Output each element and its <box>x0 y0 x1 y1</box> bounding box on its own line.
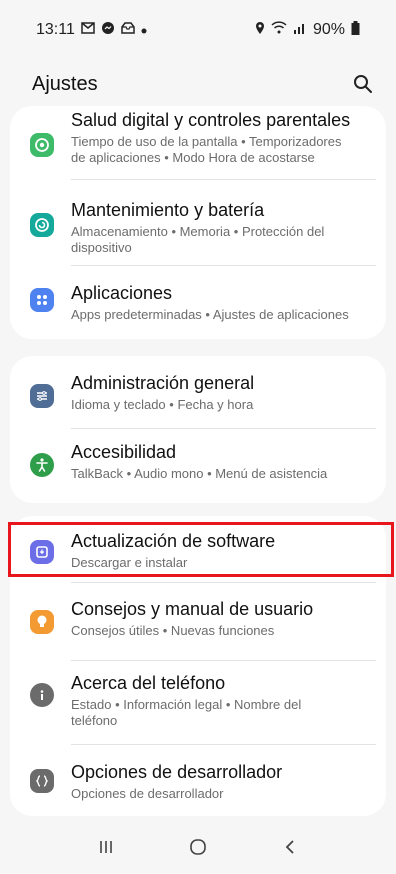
item-subtitle: Apps predeterminadas • Ajustes de aplica… <box>71 307 349 322</box>
item-subtitle: Estado • Información legal • Nombre del … <box>71 697 302 728</box>
inbox-icon <box>121 21 135 39</box>
home-icon[interactable] <box>178 827 218 867</box>
settings-item-general-management[interactable]: Administración general Idioma y teclado … <box>10 356 386 428</box>
digital-wellbeing-icon <box>30 133 54 157</box>
accessibility-icon <box>30 453 54 477</box>
settings-item-developer-options[interactable]: Opciones de desarrollador Opciones de de… <box>10 745 386 816</box>
general-management-icon <box>30 384 54 408</box>
item-subtitle: Almacenamiento • Memoria • Protección de… <box>71 224 325 255</box>
settings-group-3: Actualización de software Descargar e in… <box>10 516 386 816</box>
item-subtitle: Descargar e instalar <box>71 555 188 570</box>
settings-item-software-update[interactable]: Actualización de software Descargar e in… <box>10 516 386 582</box>
battery-level: 90% <box>312 21 345 38</box>
messenger-icon <box>101 21 115 40</box>
status-bar: 13:11 90% <box>0 0 396 60</box>
device-care-icon <box>30 213 54 237</box>
item-title: Mantenimiento y batería <box>71 200 265 220</box>
status-left: 13:11 <box>36 21 147 40</box>
item-title: Salud digital y controles parentales <box>71 110 351 130</box>
location-icon <box>255 21 265 40</box>
apps-icon <box>30 288 54 312</box>
settings-item-accessibility[interactable]: Accesibilidad TalkBack • Audio mono • Me… <box>10 429 386 503</box>
item-subtitle: Idioma y teclado • Fecha y hora <box>71 397 254 412</box>
item-title: Aplicaciones <box>71 283 173 303</box>
back-icon[interactable] <box>270 827 310 867</box>
navigation-bar <box>0 820 396 874</box>
item-subtitle: TalkBack • Audio mono • Menú de asistenc… <box>71 466 328 481</box>
settings-item-tips[interactable]: Consejos y manual de usuario Consejos út… <box>10 583 386 660</box>
item-subtitle: Consejos útiles • Nuevas funciones <box>71 623 275 638</box>
page-title: Ajustes <box>32 72 98 95</box>
signal-icon <box>293 21 307 39</box>
status-right: 90% <box>255 20 360 40</box>
header: Ajustes <box>0 60 396 108</box>
search-icon[interactable] <box>352 73 374 95</box>
wifi-icon <box>271 21 287 39</box>
item-title: Opciones de desarrollador <box>71 762 283 782</box>
mail-icon <box>81 21 95 39</box>
settings-group-2: Administración general Idioma y teclado … <box>10 356 386 503</box>
settings-item-device-care[interactable]: Mantenimiento y batería Almacenamiento •… <box>10 180 386 266</box>
settings-item-apps[interactable]: Aplicaciones Apps predeterminadas • Ajus… <box>10 266 386 339</box>
developer-options-icon <box>30 769 54 793</box>
item-title: Accesibilidad <box>71 442 177 462</box>
software-update-icon <box>30 540 54 564</box>
settings-group-1: Salud digital y controles parentales Tie… <box>10 106 386 339</box>
settings-item-digital-wellbeing[interactable]: Salud digital y controles parentales Tie… <box>10 106 386 186</box>
tips-icon <box>30 610 54 634</box>
item-title: Actualización de software <box>71 531 276 551</box>
item-title: Consejos y manual de usuario <box>71 599 314 619</box>
clock: 13:11 <box>36 21 75 38</box>
item-title: Acerca del teléfono <box>71 673 226 693</box>
dot-icon <box>141 21 147 39</box>
settings-item-about-phone[interactable]: Acerca del teléfono Estado • Información… <box>10 661 386 744</box>
item-subtitle: Tiempo de uso de la pantalla • Temporiza… <box>71 134 342 165</box>
recents-icon[interactable] <box>86 827 126 867</box>
info-icon <box>30 683 54 707</box>
item-title: Administración general <box>71 373 255 393</box>
battery-icon <box>351 20 360 40</box>
item-subtitle: Opciones de desarrollador <box>71 786 224 801</box>
